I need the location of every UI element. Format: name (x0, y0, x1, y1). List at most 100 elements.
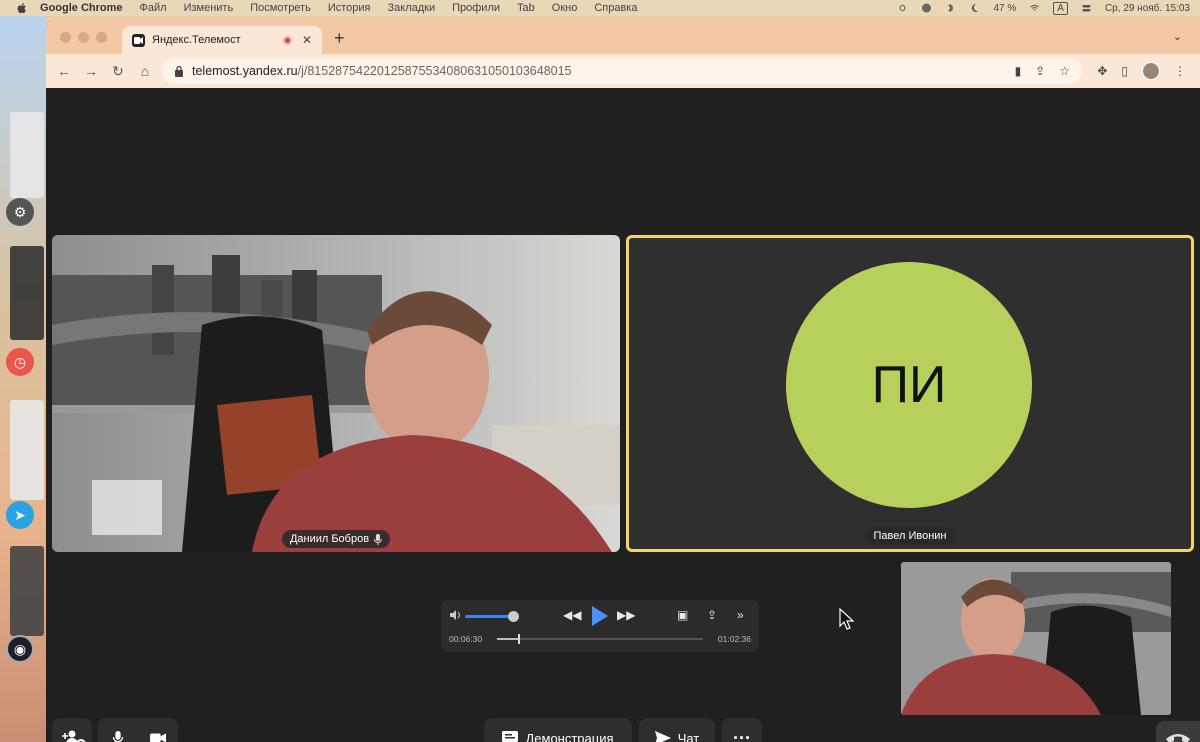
window-close-button[interactable] (60, 32, 71, 43)
browser-toolbar: ← → ↻ ⌂ telemost.yandex.ru/j/81528754220… (46, 54, 1200, 88)
participant-video-left[interactable]: Даниил Бобров (52, 235, 620, 552)
wifi-icon[interactable] (1029, 3, 1040, 13)
menu-help[interactable]: Справка (594, 2, 637, 14)
address-bar[interactable]: telemost.yandex.ru/j/8152875422012587553… (162, 58, 1082, 84)
forward-arrow-icon[interactable]: → (82, 62, 100, 80)
menu-bookmarks[interactable]: Закладки (388, 2, 436, 14)
menu-tab[interactable]: Tab (517, 2, 535, 14)
window-thumbnail[interactable] (10, 400, 44, 500)
extensions-icon[interactable]: ✥ (1097, 64, 1107, 78)
camera-icon (150, 733, 166, 742)
bookmark-star-icon[interactable]: ☆ (1059, 64, 1070, 78)
menu-file[interactable]: Файл (140, 2, 167, 14)
telemost-favicon (132, 33, 145, 47)
profile-avatar[interactable] (1142, 62, 1160, 80)
send-icon (654, 731, 671, 742)
brightness-icon[interactable] (897, 3, 908, 13)
playback-progress-fill (497, 638, 519, 640)
obs-icon[interactable]: ◉ (6, 635, 34, 663)
media-player: ◀◀ ▶▶ ▣ ⇪ » 00:06:30 01:02:36 (441, 600, 759, 652)
menu-edit[interactable]: Изменить (184, 2, 234, 14)
control-center-icon[interactable] (1081, 3, 1092, 13)
menu-history[interactable]: История (328, 2, 371, 14)
participant-avatar: ПИ (786, 262, 1032, 508)
lock-icon[interactable] (174, 65, 184, 77)
menu-view[interactable]: Посмотреть (250, 2, 311, 14)
menubar-datetime[interactable]: Ср, 29 нояб. 15:03 (1105, 3, 1190, 14)
window-thumbnail[interactable] (10, 246, 44, 340)
side-panel-icon[interactable]: ▯ (1121, 64, 1128, 78)
window-minimize-button[interactable] (78, 32, 89, 43)
screen-share-label: Демонстрация (525, 730, 614, 742)
playback-progress-thumb[interactable] (518, 634, 521, 644)
participant-video-frame (52, 235, 620, 552)
microphone-icon (374, 533, 383, 545)
current-time: 00:06:30 (449, 634, 483, 644)
new-tab-button[interactable]: + (334, 28, 345, 49)
back-arrow-icon[interactable]: ← (55, 62, 73, 80)
tab-search-chevron-icon[interactable]: ⌄ (1173, 30, 1182, 43)
more-options-icon: ··· (733, 727, 751, 742)
participant-name: Павел Ивонин (873, 530, 947, 542)
participant-name: Даниил Бобров (289, 533, 370, 545)
self-video-frame (901, 562, 1171, 715)
browser-tab-telemost[interactable]: Яндекс.Телемост ✕ (122, 26, 322, 54)
window-thumbnail[interactable] (10, 546, 44, 636)
url-host: telemost.yandex.ru (192, 64, 298, 78)
moon-icon[interactable] (969, 3, 980, 13)
participant-video-right[interactable]: ПИ Павел Ивонин (626, 235, 1194, 552)
wechat-icon[interactable] (921, 3, 932, 13)
apple-icon[interactable] (14, 2, 30, 14)
total-time: 01:02:36 (717, 634, 751, 644)
camera-in-use-icon[interactable]: ▮ (1015, 64, 1022, 78)
chrome-menu-icon[interactable]: ⋮ (1174, 64, 1186, 78)
home-icon[interactable]: ⌂ (136, 62, 154, 80)
participant-name-tag: Даниил Бобров (281, 530, 391, 548)
end-call-button[interactable] (1156, 721, 1200, 742)
share-icon[interactable]: ⇪ (1035, 64, 1045, 78)
timer-app-icon[interactable]: ◷ (6, 348, 34, 376)
play-icon[interactable] (592, 606, 608, 626)
input-language[interactable]: A (1053, 1, 1068, 15)
system-settings-icon[interactable]: ⚙ (6, 198, 34, 226)
telemost-call-area: Даниил Бобров ПИ Павел Ивонин ◀◀ ▶▶ ▣ ⇪ … (46, 88, 1200, 742)
fast-forward-icon[interactable]: ▶▶ (617, 608, 635, 622)
bluetooth-icon[interactable] (945, 3, 956, 13)
chrome-window: Яндекс.Телемост ✕ + ⌄ ← → ↻ ⌂ telemost.y… (46, 20, 1200, 742)
recording-indicator-icon (283, 35, 292, 45)
menubar-status-area: 47 % A Ср, 29 нояб. 15:03 (897, 0, 1190, 16)
chat-label: Чат (677, 730, 700, 742)
menu-profiles[interactable]: Профили (452, 2, 500, 14)
self-video-preview[interactable] (901, 562, 1171, 715)
volume-slider-thumb[interactable] (508, 611, 519, 622)
tab-close-button[interactable]: ✕ (302, 33, 312, 47)
window-thumbnail[interactable] (10, 112, 44, 198)
screen-share-button[interactable]: Демонстрация (484, 718, 632, 742)
add-participants-button[interactable]: 2 (52, 718, 92, 742)
menu-window[interactable]: Окно (552, 2, 578, 14)
volume-slider-track[interactable] (465, 615, 513, 618)
more-options-button[interactable]: ··· (722, 718, 762, 742)
tab-title: Яндекс.Телемост (152, 34, 241, 46)
playback-progress-track[interactable] (497, 638, 703, 640)
screen-share-icon (502, 731, 519, 742)
picture-in-picture-icon[interactable]: ▣ (677, 608, 688, 622)
participant-initials: ПИ (871, 356, 947, 414)
volume-icon[interactable] (450, 610, 462, 620)
camera-toggle-button[interactable] (138, 718, 178, 742)
microphone-toggle-button[interactable] (98, 718, 138, 742)
chat-button[interactable]: Чат (639, 718, 715, 742)
expand-icon[interactable]: » (737, 608, 744, 622)
menubar-app-name[interactable]: Google Chrome (40, 2, 123, 14)
share-icon[interactable]: ⇪ (707, 608, 717, 622)
url-path: /j/8152875422012587553408063105010364801… (297, 64, 572, 78)
telegram-icon[interactable]: ➤ (6, 501, 34, 529)
microphone-icon (112, 731, 124, 742)
participant-name-tag: Павел Ивонин (865, 527, 955, 545)
battery-percent[interactable]: 47 % (993, 3, 1016, 14)
tab-strip: Яндекс.Телемост ✕ + ⌄ (46, 20, 1200, 54)
window-zoom-button[interactable] (96, 32, 107, 43)
reload-icon[interactable]: ↻ (109, 62, 127, 80)
mouse-cursor (839, 608, 855, 630)
rewind-icon[interactable]: ◀◀ (563, 608, 581, 622)
